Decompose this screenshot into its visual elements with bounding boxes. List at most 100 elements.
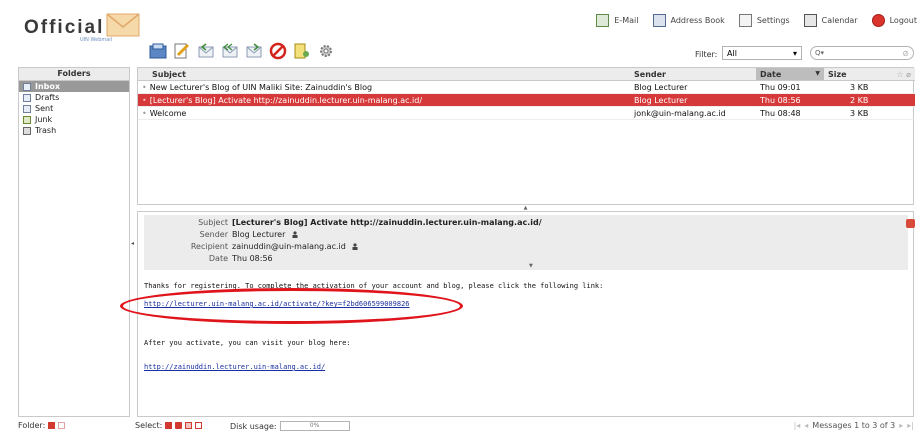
inbox-icon (23, 82, 31, 91)
folder-sent[interactable]: Sent (19, 103, 129, 114)
reply-button[interactable] (196, 42, 215, 61)
blog-link[interactable]: http://zainuddin.lecturer.uin-malang.ac.… (144, 363, 325, 371)
row-size: 3 KB (824, 80, 915, 94)
nav-settings[interactable]: Settings (738, 13, 790, 27)
nav-email[interactable]: E-Mail (596, 13, 639, 27)
filter-select[interactable]: All ▾ (722, 46, 802, 60)
row-size: 3 KB (824, 106, 915, 120)
first-page-icon[interactable]: |◂ (794, 421, 801, 430)
header-recipient-value[interactable]: zainuddin@uin-malang.ac.id (232, 241, 358, 252)
folder-junk[interactable]: Junk (19, 114, 129, 125)
header-recipient-row: Recipient zainuddin@uin-malang.ac.id (144, 241, 908, 252)
logout-icon (871, 13, 885, 27)
reply-icon (198, 43, 213, 58)
last-page-icon[interactable]: ▸| (907, 421, 914, 430)
select-current-icon[interactable] (175, 422, 183, 429)
column-size-label: Size (828, 69, 847, 79)
previous-page-icon[interactable]: ◂ (804, 421, 808, 430)
reply-all-button[interactable] (220, 42, 239, 61)
person-icon[interactable] (352, 243, 358, 250)
read-dot-icon: • (142, 95, 147, 105)
row-subject: • [Lecturer's Blog] Activate http://zainu… (138, 93, 630, 107)
disk-usage: Disk usage: 0% (230, 421, 350, 431)
compose-button[interactable] (172, 42, 191, 61)
row-subject: • New Lecturer's Blog of UIN Maliki Site:… (138, 80, 630, 94)
column-size[interactable]: Size ☆ ⌀ (824, 68, 915, 81)
row-subject: • Welcome (138, 106, 630, 120)
delete-button[interactable] (268, 42, 287, 61)
clear-search-icon[interactable]: ⊘ (902, 49, 909, 58)
header-sender-value[interactable]: Blog Lecturer (232, 229, 298, 240)
next-page-icon[interactable]: ▸ (899, 421, 903, 430)
column-date[interactable]: Date ▼ (756, 68, 824, 81)
flag-column-icon[interactable]: ☆ ⌀ (896, 70, 911, 79)
nav-address-book[interactable]: Address Book (652, 13, 725, 27)
sender-name: Blog Lecturer (232, 230, 286, 239)
folder-drafts[interactable]: Drafts (19, 92, 129, 103)
mail-icon (596, 13, 610, 27)
headers-toggle-icon[interactable]: ▼ (529, 263, 533, 269)
select-none-icon[interactable] (195, 422, 203, 429)
folder-label: Folder: (18, 421, 46, 430)
row-date: Thu 08:56 (756, 93, 824, 107)
row-date: Thu 09:01 (756, 80, 824, 94)
header-sender-row: Sender Blog Lecturer (144, 229, 908, 240)
mail-toolbar (148, 40, 335, 62)
person-icon[interactable] (292, 231, 298, 238)
folder-menu-icon[interactable] (48, 422, 56, 429)
search-placeholder: Q▾ (815, 49, 825, 57)
header-date-value: Thu 08:56 (232, 254, 273, 263)
message-table: Subject Sender Date ▼ Size ☆ ⌀ • New Lect… (138, 68, 915, 120)
open-in-new-window-icon[interactable] (906, 219, 915, 228)
table-row[interactable]: • Welcome jonk@uin-malang.ac.id Thu 08:48… (138, 106, 915, 120)
row-sender: Blog Lecturer (630, 80, 756, 94)
row-subject-text: New Lecturer's Blog of UIN Maliki Site: … (149, 82, 373, 92)
logo-text: Official (24, 17, 105, 38)
trash-icon (23, 126, 31, 135)
select-unread-icon[interactable] (185, 422, 193, 429)
delete-icon (269, 42, 286, 60)
forward-button[interactable] (244, 42, 263, 61)
nav-calendar-label: Calendar (821, 15, 858, 25)
read-dot-icon: • (142, 108, 147, 118)
column-date-label: Date (760, 69, 782, 79)
folder-junk-label: Junk (35, 115, 53, 124)
column-subject[interactable]: Subject (138, 68, 630, 81)
mark-icon (294, 43, 309, 59)
folder-inbox[interactable]: Inbox (19, 81, 129, 92)
mark-button[interactable] (292, 42, 311, 61)
select-all-icon[interactable] (165, 422, 173, 429)
sent-icon (23, 104, 31, 113)
message-list: Subject Sender Date ▼ Size ☆ ⌀ • New Lect… (137, 67, 915, 205)
unread-dot-icon: • (142, 82, 147, 92)
forward-icon (246, 43, 261, 58)
logo-subtitle: UIN Webmail (80, 37, 113, 43)
table-row[interactable]: • New Lecturer's Blog of UIN Maliki Site:… (138, 80, 915, 94)
column-sender[interactable]: Sender (630, 68, 756, 81)
row-sender: jonk@uin-malang.ac.id (630, 106, 756, 120)
row-date: Thu 08:48 (756, 106, 824, 120)
nav-calendar[interactable]: Calendar (803, 13, 858, 27)
nav-logout[interactable]: Logout (871, 13, 917, 27)
search-input[interactable]: Q▾ ⊘ (810, 46, 914, 60)
folder-trash[interactable]: Trash (19, 125, 129, 136)
header-subject-value: [Lecturer's Blog] Activate http://zainud… (232, 218, 542, 227)
chevron-down-icon: ▾ (792, 48, 797, 58)
message-headers: Subject [Lecturer's Blog] Activate http:… (144, 215, 915, 270)
sort-down-icon: ▼ (815, 69, 820, 77)
folder-refresh-icon[interactable] (58, 422, 66, 429)
more-options-button[interactable] (316, 42, 335, 61)
folder-sent-label: Sent (35, 104, 54, 113)
row-subject-text: Welcome (149, 108, 187, 118)
table-row[interactable]: • [Lecturer's Blog] Activate http://zainu… (138, 93, 915, 107)
address-book-icon (652, 13, 666, 27)
envelope-logo-icon (106, 13, 140, 37)
pager-text: Messages 1 to 3 of 3 (812, 421, 896, 430)
nav-logout-label: Logout (889, 15, 917, 25)
check-mail-button[interactable] (148, 42, 167, 61)
folder-pane: Folders Inbox Drafts Sent Junk Trash (18, 67, 130, 417)
header-sender-key: Sender (199, 230, 228, 239)
select-actions: Select: (135, 421, 203, 430)
collapse-arrow-icon[interactable]: ◂ (131, 240, 134, 247)
select-label: Select: (135, 421, 163, 430)
